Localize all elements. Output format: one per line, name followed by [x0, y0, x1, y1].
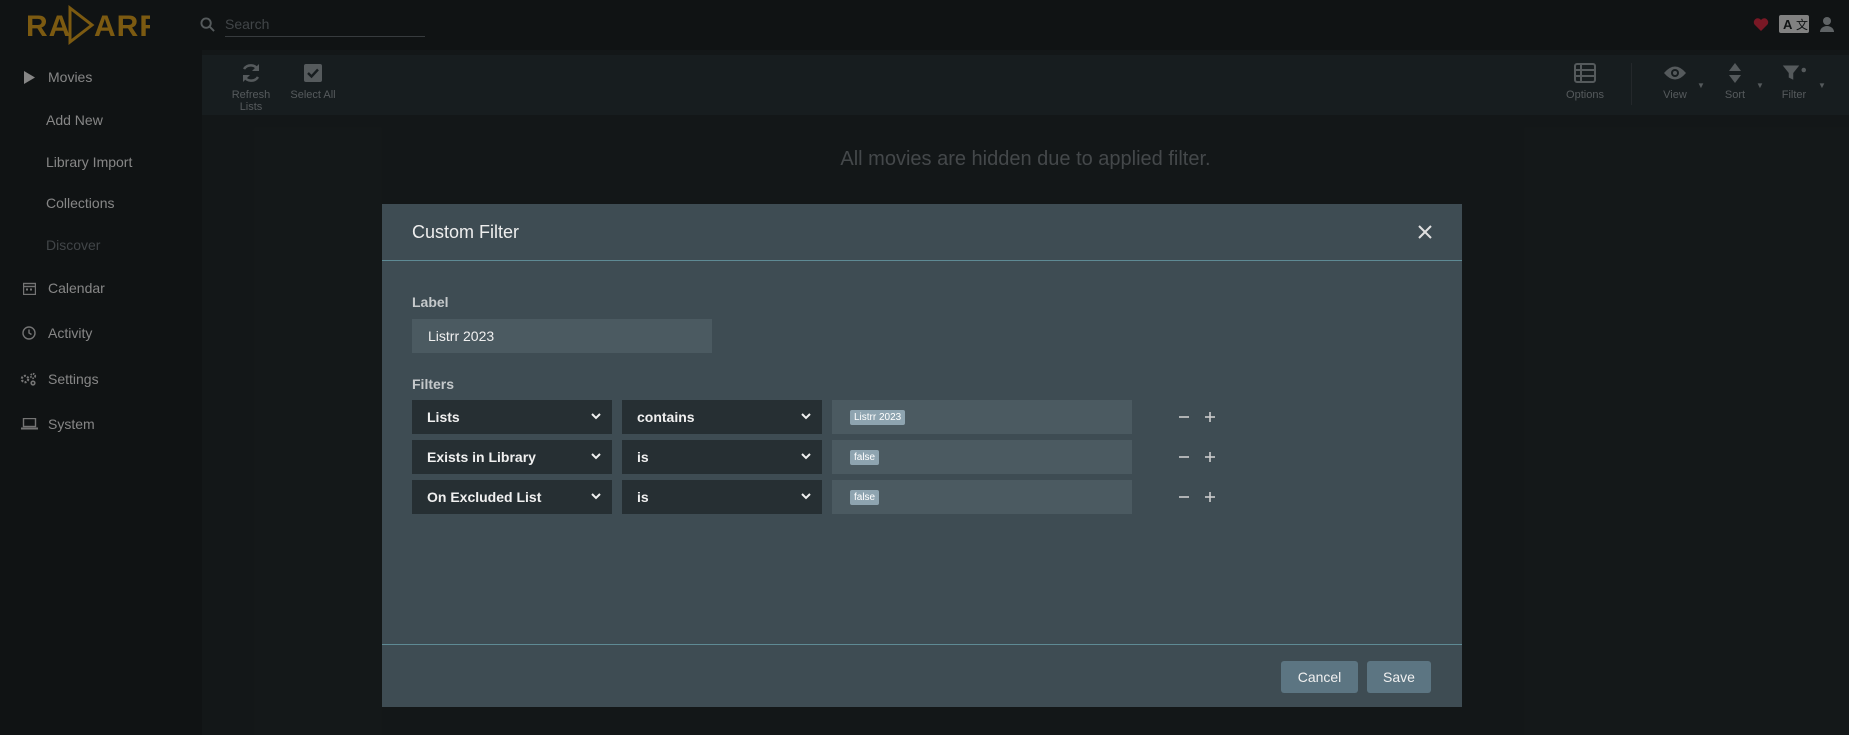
filter-value-input[interactable]: Listrr 2023 [832, 400, 1132, 434]
chevron-down-icon [801, 493, 811, 500]
filter-field-value: On Excluded List [427, 489, 542, 505]
filter-field-value: Exists in Library [427, 449, 536, 465]
chevron-down-icon [591, 453, 601, 460]
save-button[interactable]: Save [1367, 661, 1431, 693]
add-filter-row-button[interactable] [1200, 407, 1220, 427]
add-filter-row-button[interactable] [1200, 487, 1220, 507]
chevron-down-icon [591, 493, 601, 500]
filter-operator-value: is [637, 489, 649, 505]
close-icon[interactable] [1414, 221, 1436, 243]
filter-field-select[interactable]: On Excluded List [412, 480, 612, 514]
remove-filter-row-button[interactable] [1174, 407, 1194, 427]
filter-row: Lists contains Listrr 2023 [412, 400, 1312, 434]
filter-operator-value: contains [637, 409, 695, 425]
remove-filter-row-button[interactable] [1174, 447, 1194, 467]
filter-operator-select[interactable]: contains [622, 400, 822, 434]
filter-value-tag[interactable]: Listrr 2023 [850, 409, 906, 425]
filter-value-input[interactable]: false [832, 440, 1132, 474]
filter-row: Exists in Library is false [412, 440, 1312, 474]
label-input[interactable]: Listrr 2023 [412, 319, 712, 353]
chevron-down-icon [801, 453, 811, 460]
filters-heading: Filters [412, 376, 455, 392]
filter-operator-value: is [637, 449, 649, 465]
filter-operator-select[interactable]: is [622, 440, 822, 474]
cancel-button[interactable]: Cancel [1281, 661, 1358, 693]
modal-header: Custom Filter [382, 204, 1462, 261]
filter-field-select[interactable]: Exists in Library [412, 440, 612, 474]
filter-operator-select[interactable]: is [622, 480, 822, 514]
label-field-heading: Label [412, 294, 449, 310]
modal-footer: Cancel Save [382, 644, 1462, 707]
filter-value-tag[interactable]: false [850, 449, 880, 465]
filter-row: On Excluded List is false [412, 480, 1312, 514]
chevron-down-icon [591, 413, 601, 420]
add-filter-row-button[interactable] [1200, 447, 1220, 467]
modal-title: Custom Filter [412, 222, 520, 242]
filter-field-select[interactable]: Lists [412, 400, 612, 434]
custom-filter-modal: Custom Filter Label Listrr 2023 Filters … [382, 204, 1462, 707]
filter-field-value: Lists [427, 409, 460, 425]
chevron-down-icon [801, 413, 811, 420]
remove-filter-row-button[interactable] [1174, 487, 1194, 507]
filter-value-input[interactable]: false [832, 480, 1132, 514]
filter-value-tag[interactable]: false [850, 489, 880, 505]
